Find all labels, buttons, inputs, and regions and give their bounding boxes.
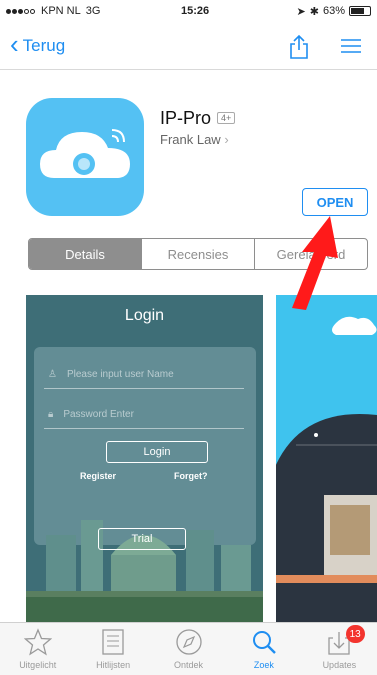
screenshot-illustration <box>276 316 377 625</box>
clock: 15:26 <box>181 5 210 17</box>
search-icon <box>249 627 279 657</box>
tab-bar: Uitgelicht Hitlijsten Ontdek Zoek Update… <box>0 622 377 675</box>
city-illustration <box>26 520 263 625</box>
password-field: 🔒︎ Password Enter <box>44 401 244 429</box>
share-icon[interactable] <box>289 34 309 59</box>
chevron-left-icon: ‹ <box>10 29 19 59</box>
forgot-link: Forget? <box>174 471 208 481</box>
app-header: IP-Pro 4+ Frank Law › OPEN <box>0 90 377 230</box>
signal-icon <box>6 5 36 17</box>
screenshot-trial-button: Trial <box>98 528 186 550</box>
back-label: Terug <box>22 35 66 55</box>
screenshot-login-button: Login <box>106 441 208 463</box>
navigation-bar: ‹ Terug <box>0 22 377 70</box>
developer-link[interactable]: Frank Law › <box>160 132 229 147</box>
tab-uitgelicht[interactable]: Uitgelicht <box>0 623 75 675</box>
list-icon <box>98 627 128 657</box>
tab-ontdek[interactable]: Ontdek <box>151 623 226 675</box>
segment-details[interactable]: Details <box>29 239 142 269</box>
app-screenshot-1[interactable]: Login ♙ Please input user Name 🔒︎ Passwo… <box>26 295 263 625</box>
list-menu-icon[interactable] <box>339 37 363 55</box>
star-icon <box>23 627 53 657</box>
battery-icon <box>349 6 371 16</box>
app-name: IP-Pro 4+ <box>160 108 236 129</box>
battery-label: 63% <box>322 5 345 17</box>
back-button[interactable]: ‹ Terug <box>0 29 66 59</box>
chevron-right-icon: › <box>220 132 229 147</box>
screenshot-title: Login <box>124 307 165 324</box>
network-label: 3G <box>85 5 101 17</box>
location-icon: ➤ <box>296 5 306 18</box>
age-rating-badge: 4+ <box>217 112 236 124</box>
username-field: ♙ Please input user Name <box>44 361 244 389</box>
app-icon[interactable] <box>26 98 144 216</box>
segment-recensies[interactable]: Recensies <box>142 239 255 269</box>
tab-updates[interactable]: Updates 13 <box>302 623 377 675</box>
bluetooth-icon: ✱ <box>309 5 319 18</box>
updates-badge: 13 <box>345 625 365 643</box>
lock-icon: 🔒︎ <box>48 409 54 420</box>
status-bar: KPN NL 3G 15:26 ➤ ✱ 63% <box>0 0 377 22</box>
tab-hitlijsten[interactable]: Hitlijsten <box>75 623 150 675</box>
register-link: Register <box>80 471 117 481</box>
red-arrow-annotation <box>292 216 338 310</box>
carrier-label: KPN NL <box>41 5 81 17</box>
user-icon: ♙ <box>48 369 57 380</box>
compass-icon <box>174 627 204 657</box>
tab-zoek[interactable]: Zoek <box>226 623 301 675</box>
app-screenshot-2[interactable] <box>276 295 377 625</box>
